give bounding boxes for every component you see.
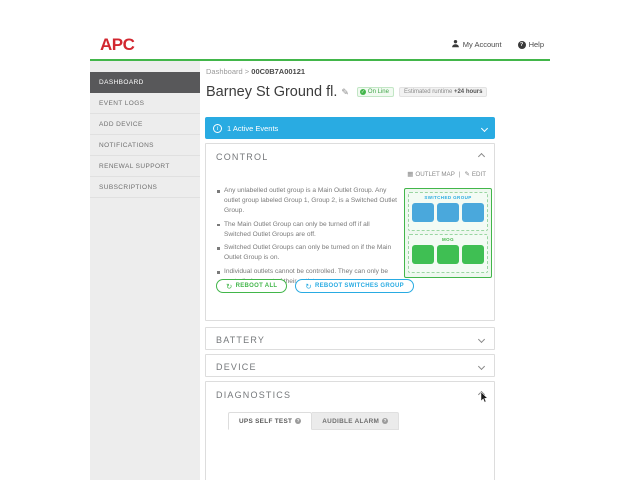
diagnostics-section: DIAGNOSTICS UPS SELF TEST ? AUDIBLE ALAR… <box>205 381 495 480</box>
reboot-icon: ↻ <box>305 281 312 291</box>
control-title: CONTROL <box>216 152 269 162</box>
sidebar-item-renewal-support[interactable]: RENEWAL SUPPORT <box>90 156 200 177</box>
top-bar-actions: My Account ? Help <box>451 39 544 50</box>
outlet-map-label: OUTLET MAP <box>415 170 455 178</box>
runtime-text: Estimated runtime <box>403 89 454 95</box>
control-header[interactable]: CONTROL <box>206 144 494 170</box>
breadcrumb-separator: > <box>244 67 250 76</box>
outlet-map-icon: ▦ <box>407 171 414 178</box>
switched-outlets-row <box>409 203 487 222</box>
page: APC My Account ? Help DASHBOARD EVENT LO… <box>0 0 640 480</box>
reboot-icon: ↻ <box>226 281 233 291</box>
outlet-square[interactable] <box>462 203 484 222</box>
chevron-down-icon[interactable] <box>480 124 489 132</box>
tab-audible-alarm[interactable]: AUDIBLE ALARM ? <box>312 412 400 430</box>
sidebar: DASHBOARD EVENT LOGS ADD DEVICE NOTIFICA… <box>90 61 200 480</box>
info-icon: i <box>213 123 222 133</box>
control-buttons: ↻ REBOOT ALL ↻ REBOOT SWITCHES GROUP <box>216 279 414 293</box>
person-icon <box>451 39 460 50</box>
outlet-square[interactable] <box>437 245 459 264</box>
chevron-up-icon[interactable] <box>477 390 486 399</box>
control-note: Switched Outlet Groups can only be turne… <box>216 243 398 263</box>
my-account-label: My Account <box>462 40 502 49</box>
outlet-square[interactable] <box>437 203 459 222</box>
help-button[interactable]: ? Help <box>517 40 544 49</box>
help-icon: ? <box>517 40 526 49</box>
reboot-all-button[interactable]: ↻ REBOOT ALL <box>216 279 288 293</box>
control-section: CONTROL ▦ OUTLET MAP | ✎ EDIT Any unlabe <box>205 143 495 321</box>
info-icon: ? <box>295 418 302 424</box>
sidebar-item-add-device[interactable]: ADD DEVICE <box>90 114 200 135</box>
active-events-text: 1 Active Events <box>227 123 279 133</box>
status-badge: ✓ On Line <box>356 87 394 97</box>
outlet-square[interactable] <box>462 245 484 264</box>
online-check-icon: ✓ <box>359 89 366 95</box>
info-icon: ? <box>382 418 389 424</box>
outlet-square[interactable] <box>412 245 434 264</box>
my-account-button[interactable]: My Account <box>451 39 502 50</box>
edit-icon: ✎ <box>464 171 470 178</box>
active-events-banner[interactable]: i 1 Active Events <box>205 117 495 139</box>
chevron-up-icon[interactable] <box>477 152 486 161</box>
battery-section[interactable]: BATTERY <box>205 327 495 350</box>
diagnostics-tabs: UPS SELF TEST ? AUDIBLE ALARM ? <box>228 412 400 430</box>
main-outlet-group[interactable]: MOG <box>408 234 488 273</box>
diagnostics-header[interactable]: DIAGNOSTICS <box>206 382 494 408</box>
reboot-all-label: REBOOT ALL <box>235 283 278 289</box>
chevron-down-icon[interactable] <box>477 335 486 344</box>
control-note: Any unlabelled outlet group is a Main Ou… <box>216 186 398 216</box>
main-outlets-row <box>409 245 487 264</box>
help-label: Help <box>528 40 544 49</box>
battery-title: BATTERY <box>216 335 266 345</box>
control-notes-list: Any unlabelled outlet group is a Main Ou… <box>216 186 398 291</box>
outlet-map-diagram: SWITCHED GROUP MOG <box>404 188 492 278</box>
sidebar-item-dashboard[interactable]: DASHBOARD <box>90 72 200 93</box>
main-group-label: MOG <box>442 237 454 242</box>
sidebar-item-notifications[interactable]: NOTIFICATIONS <box>90 135 200 156</box>
device-section[interactable]: DEVICE <box>205 354 495 377</box>
status-label: On Line <box>367 89 389 95</box>
outlet-map-link[interactable]: ▦ OUTLET MAP <box>407 170 455 179</box>
control-note: The Main Outlet Group can only be turned… <box>216 220 398 240</box>
edit-name-icon[interactable]: ✎ <box>341 87 349 98</box>
switched-group-label: SWITCHED GROUP <box>424 195 472 200</box>
device-title: DEVICE <box>216 362 257 372</box>
breadcrumb: Dashboard > 00C0B7A00121 <box>206 67 305 76</box>
tab-audible-alarm-label: AUDIBLE ALARM <box>322 417 380 425</box>
top-bar: APC My Account ? Help <box>90 30 550 59</box>
tab-ups-self-test-label: UPS SELF TEST <box>239 417 293 425</box>
edit-label: EDIT <box>471 170 486 178</box>
reboot-switches-button[interactable]: ↻ REBOOT SWITCHES GROUP <box>295 279 414 293</box>
reboot-switches-label: REBOOT SWITCHES GROUP <box>314 283 404 289</box>
runtime-badge: Estimated runtime +24 hours <box>398 87 488 97</box>
tab-ups-self-test[interactable]: UPS SELF TEST ? <box>228 412 313 430</box>
sidebar-item-event-logs[interactable]: EVENT LOGS <box>90 93 200 114</box>
chevron-down-icon[interactable] <box>477 362 486 371</box>
control-links: ▦ OUTLET MAP | ✎ EDIT <box>407 170 486 179</box>
links-divider: | <box>458 170 461 178</box>
page-title: Barney St Ground fl. <box>206 84 338 100</box>
apc-logo: APC <box>100 35 135 54</box>
device-title-row: Barney St Ground fl. ✎ ✓ On Line Estimat… <box>206 83 496 101</box>
sidebar-item-subscriptions[interactable]: SUBSCRIPTIONS <box>90 177 200 198</box>
app-window: APC My Account ? Help DASHBOARD EVENT LO… <box>90 30 550 480</box>
diagnostics-title: DIAGNOSTICS <box>216 390 292 400</box>
switched-outlet-group[interactable]: SWITCHED GROUP <box>408 192 488 231</box>
breadcrumb-device-id: 00C0B7A00121 <box>251 67 306 76</box>
edit-link[interactable]: ✎ EDIT <box>464 170 486 179</box>
runtime-value: +24 hours <box>453 89 483 95</box>
breadcrumb-root[interactable]: Dashboard <box>206 67 243 76</box>
outlet-square[interactable] <box>412 203 434 222</box>
